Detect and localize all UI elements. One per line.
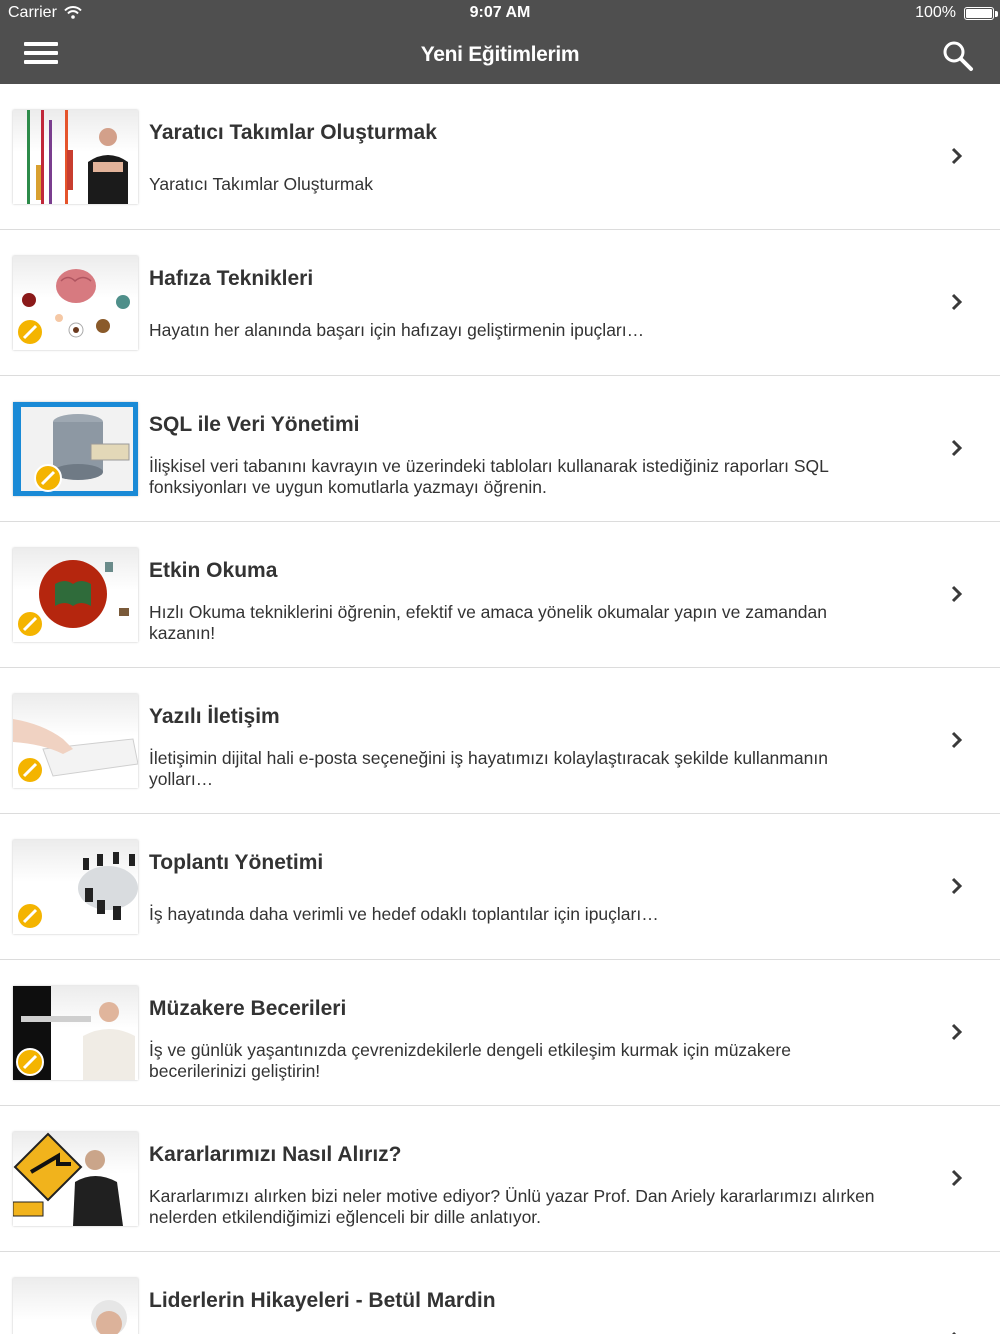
course-description: İletişimin dijital hali e-posta seçeneği… bbox=[149, 748, 828, 789]
chevron-right-icon bbox=[952, 1331, 957, 1334]
course-title: Liderlerin Hikayeleri - Betül Mardin bbox=[149, 1289, 496, 1312]
status-bar: Carrier 9:07 AM 100% bbox=[0, 0, 1000, 28]
course-description: Kararlarımızı alırken bizi neler motive … bbox=[149, 1186, 875, 1227]
tools-badge-icon bbox=[16, 610, 44, 638]
effective-reading-thumbnail bbox=[13, 548, 138, 642]
navigation-bar: Yeni Eğitimlerim bbox=[0, 28, 1000, 84]
course-title: Etkin Okuma bbox=[149, 559, 278, 582]
course-title: Toplantı Yönetimi bbox=[149, 851, 324, 874]
chevron-right-icon bbox=[951, 731, 963, 749]
course-row[interactable]: Müzakere Becerileri İş ve günlük yaşantı… bbox=[0, 960, 1000, 1106]
course-title: Müzakere Becerileri bbox=[149, 997, 347, 1020]
course-row[interactable]: Yaratıcı Takımlar Oluşturmak Yaratıcı Ta… bbox=[0, 84, 1000, 230]
course-row[interactable]: Kararlarımızı Nasıl Alırız? Kararlarımız… bbox=[0, 1106, 1000, 1252]
decision-making-thumbnail bbox=[13, 1132, 138, 1226]
course-description: İş hayatında daha verimli ve hedef odakl… bbox=[149, 904, 659, 924]
chevron-right-icon bbox=[951, 439, 963, 457]
course-description: İlişkisel veri tabanını kavrayın ve üzer… bbox=[149, 456, 829, 497]
chevron-right-icon bbox=[951, 293, 963, 311]
course-row[interactable]: Etkin Okuma Hızlı Okuma tekniklerini öğr… bbox=[0, 522, 1000, 668]
battery-percentage: 100% bbox=[915, 4, 956, 21]
tools-badge-icon bbox=[16, 756, 44, 784]
course-title: Hafıza Teknikleri bbox=[149, 267, 314, 290]
search-icon[interactable] bbox=[940, 38, 976, 74]
chevron-right-icon bbox=[951, 147, 963, 165]
creative-teams-thumbnail bbox=[13, 110, 138, 204]
leaders-stories-thumbnail bbox=[13, 1278, 138, 1334]
memory-techniques-thumbnail bbox=[13, 256, 138, 350]
course-row[interactable]: SQL ile Veri Yönetimi İlişkisel veri tab… bbox=[0, 376, 1000, 522]
course-title: Kararlarımızı Nasıl Alırız? bbox=[149, 1143, 402, 1166]
course-description: Hızlı Okuma tekniklerini öğrenin, efekti… bbox=[149, 602, 827, 643]
chevron-right-icon bbox=[951, 1169, 963, 1187]
course-description: İş ve günlük yaşantınızda çevrenizdekile… bbox=[149, 1040, 791, 1081]
course-row[interactable]: Hafıza Teknikleri Hayatın her alanında b… bbox=[0, 230, 1000, 376]
written-communication-thumbnail bbox=[13, 694, 138, 788]
tools-badge-icon bbox=[16, 902, 44, 930]
course-description: Yaratıcı Takımlar Oluşturmak bbox=[149, 174, 373, 194]
course-row[interactable]: Toplantı Yönetimi İş hayatında daha veri… bbox=[0, 814, 1000, 960]
battery-icon bbox=[964, 7, 994, 20]
clock-label: 9:07 AM bbox=[469, 4, 531, 21]
chevron-right-icon bbox=[951, 585, 963, 603]
course-description: Hayatın her alanında başarı için hafızay… bbox=[149, 320, 645, 340]
course-title: SQL ile Veri Yönetimi bbox=[149, 413, 360, 436]
tools-badge-icon bbox=[34, 464, 62, 492]
meeting-management-thumbnail bbox=[13, 840, 138, 934]
course-title: Yazılı İletişim bbox=[149, 705, 280, 728]
sql-database-thumbnail bbox=[13, 402, 138, 496]
negotiation-skills-thumbnail bbox=[13, 986, 138, 1080]
tools-badge-icon bbox=[16, 1048, 44, 1076]
chevron-right-icon bbox=[951, 877, 963, 895]
course-list: Yaratıcı Takımlar Oluşturmak Yaratıcı Ta… bbox=[0, 84, 1000, 1334]
course-row[interactable]: Yazılı İletişim İletişimin dijital hali … bbox=[0, 668, 1000, 814]
page-title: Yeni Eğitimlerim bbox=[420, 43, 580, 66]
course-title: Yaratıcı Takımlar Oluşturmak bbox=[149, 121, 437, 144]
chevron-right-icon bbox=[951, 1023, 963, 1041]
tools-badge-icon bbox=[16, 318, 44, 346]
battery-tip bbox=[995, 11, 998, 17]
course-row[interactable]: Liderlerin Hikayeleri - Betül Mardin bbox=[0, 1252, 1000, 1334]
